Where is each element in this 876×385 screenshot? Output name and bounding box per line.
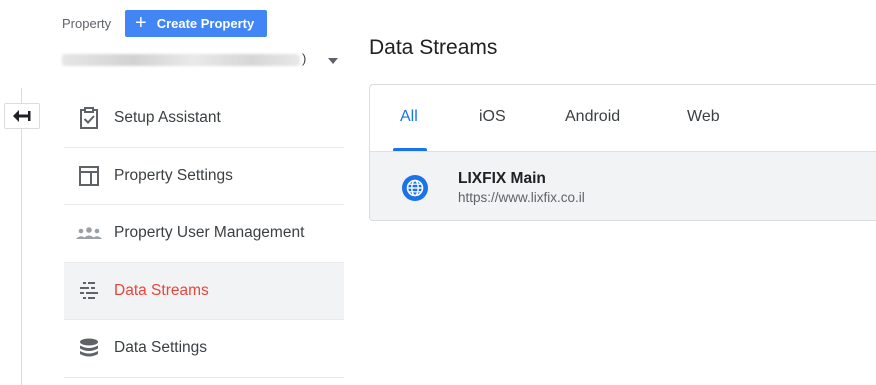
tab-all[interactable]: All [400, 108, 418, 126]
data-streams-icon [80, 281, 98, 299]
stream-url: https://www.lixfix.co.il [458, 190, 585, 205]
menu-item-label: Property User Management [114, 224, 305, 242]
property-menu: Setup Assistant Property Settings Proper… [64, 90, 344, 378]
database-icon [80, 338, 98, 357]
people-icon [76, 227, 102, 240]
property-selector[interactable]: ) [62, 48, 344, 74]
chevron-down-icon [328, 58, 338, 64]
rail-divider [21, 88, 22, 385]
menu-item-data-streams[interactable]: Data Streams [64, 262, 344, 320]
tab-android[interactable]: Android [565, 108, 620, 126]
property-name-redacted [62, 54, 300, 66]
back-button[interactable] [4, 103, 40, 129]
property-name-suffix: ) [302, 51, 307, 66]
stream-name: LIXFIX Main [458, 170, 546, 187]
tab-web[interactable]: Web [687, 108, 720, 126]
menu-item-property-settings[interactable]: Property Settings [64, 148, 344, 205]
tab-ios[interactable]: iOS [479, 108, 506, 126]
menu-item-label: Property Settings [114, 166, 233, 184]
page-title: Data Streams [369, 36, 498, 59]
menu-item-property-user-management[interactable]: Property User Management [64, 205, 344, 263]
plus-icon: + [135, 11, 147, 34]
stream-tabs: All iOS Android Web [370, 85, 876, 151]
menu-item-setup-assistant[interactable]: Setup Assistant [64, 90, 344, 148]
create-property-label: Create Property [156, 16, 255, 31]
data-streams-card: All iOS Android Web LIXFIX Main https://… [369, 84, 876, 221]
create-property-button[interactable]: + Create Property [125, 10, 267, 37]
menu-item-label: Data Streams [114, 281, 209, 299]
menu-item-data-settings[interactable]: Data Settings [64, 320, 344, 378]
menu-item-label: Setup Assistant [114, 109, 221, 127]
layout-icon [79, 165, 99, 186]
stream-row[interactable]: LIXFIX Main https://www.lixfix.co.il [370, 151, 876, 220]
clipboard-check-icon [80, 107, 98, 130]
globe-icon [402, 175, 428, 201]
property-label: Property [62, 16, 112, 31]
arrow-back-icon [13, 110, 31, 122]
menu-item-label: Data Settings [114, 339, 208, 357]
